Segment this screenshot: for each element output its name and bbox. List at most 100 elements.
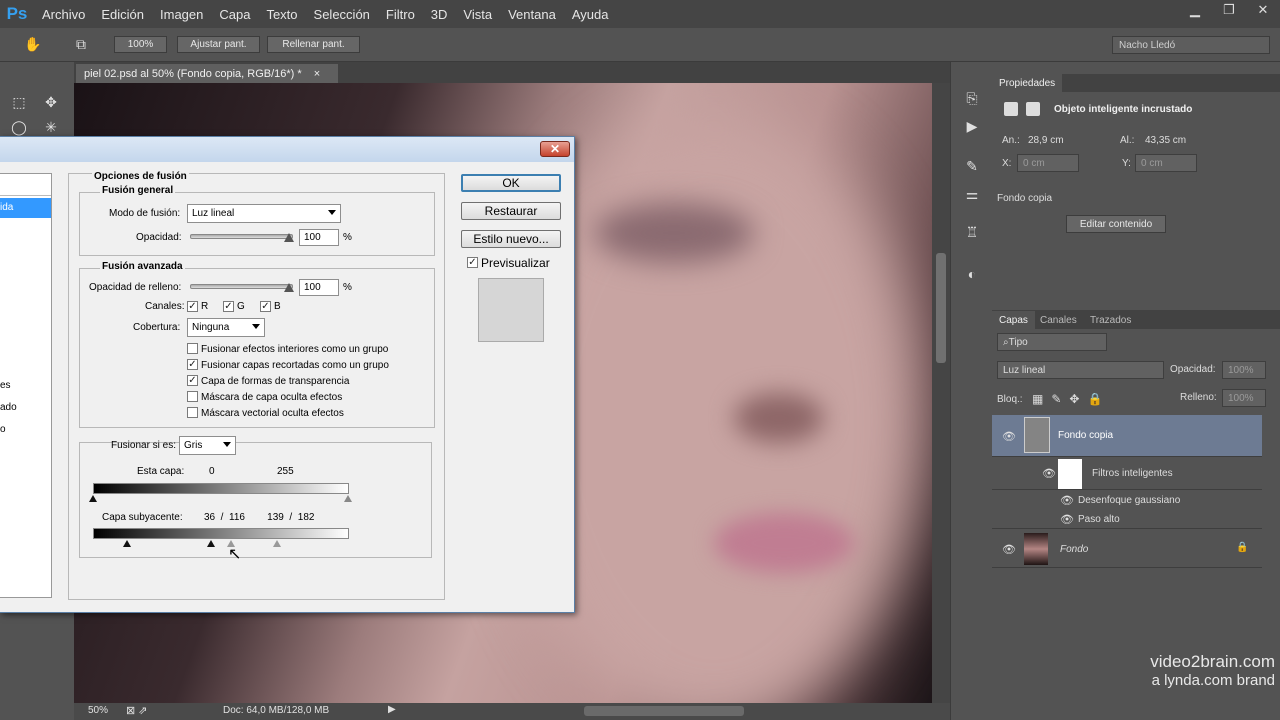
x-input[interactable]: 0 cm (1017, 154, 1079, 172)
this-layer-white-slider[interactable] (344, 495, 352, 502)
horizontal-scroll-thumb[interactable] (584, 706, 744, 716)
fill-input[interactable]: 100% (1222, 389, 1266, 407)
move-tool-icon[interactable]: ✥ (40, 92, 62, 112)
filter-row-gaussian[interactable]: 👁 Desenfoque gaussiano (992, 490, 1262, 510)
channel-g-checkbox[interactable]: ✓ (223, 301, 234, 312)
ok-button[interactable]: OK (461, 174, 561, 192)
dialog-close-button[interactable]: ✕ (540, 141, 570, 157)
underlying-layer-label: Capa subyacente: (102, 512, 183, 523)
adjust-icon[interactable]: ⚌ (961, 184, 983, 204)
option-checkbox-5[interactable] (187, 407, 198, 418)
blend-if-dropdown[interactable]: Gris (179, 436, 236, 455)
dialog-title-bar[interactable]: ✕ (0, 137, 574, 162)
marquee-tool-icon[interactable]: ⬚ (8, 92, 30, 112)
y-input[interactable]: 0 cm (1135, 154, 1197, 172)
close-window-button[interactable]: ✕ (1246, 0, 1280, 20)
layer-row-fondo[interactable]: 👁 Fondo 🔒 (992, 530, 1262, 568)
canvas-vertical-scrollbar[interactable] (932, 83, 950, 703)
scroll-thumb[interactable] (936, 253, 946, 363)
styles-list-item[interactable]: o (0, 424, 6, 435)
menu-archivo[interactable]: Archivo (34, 7, 93, 22)
option-checkbox-4[interactable] (187, 391, 198, 402)
rotate-view-icon[interactable]: ⧉ (70, 34, 92, 54)
visibility-eye-icon[interactable]: 👁 (1002, 430, 1016, 443)
layer-row-fondo-copia[interactable]: 👁 Fondo copia (992, 415, 1262, 457)
opacity-input[interactable]: 100% (1222, 361, 1266, 379)
reset-button[interactable]: Restaurar (461, 202, 561, 220)
option-checkbox-2[interactable]: ✓ (187, 359, 198, 370)
tab-trazados[interactable]: Trazados (1083, 311, 1138, 329)
hand-tool-icon[interactable]: ✋ (22, 34, 44, 54)
channel-r-checkbox[interactable]: ✓ (187, 301, 198, 312)
layer-filter-select[interactable]: ⌕ Tipo (997, 333, 1107, 351)
magic-wand-icon[interactable]: ✳ (40, 117, 62, 137)
clone-icon[interactable]: ♖ (961, 222, 983, 242)
fill-opacity-input[interactable]: 100 (299, 279, 339, 296)
underlying-black-slider-left[interactable] (123, 540, 131, 547)
menu-texto[interactable]: Texto (258, 7, 305, 22)
document-tab[interactable]: piel 02.psd al 50% (Fondo copia, RGB/16*… (76, 64, 338, 83)
this-layer-black-slider[interactable] (89, 495, 97, 502)
menu-vista[interactable]: Vista (455, 7, 500, 22)
visibility-eye-icon[interactable]: 👁 (1042, 467, 1056, 480)
lock-icons[interactable]: ▦✎✥🔒 (1032, 392, 1110, 406)
status-zoom[interactable]: 50% (88, 705, 108, 716)
visibility-eye-icon[interactable]: 👁 (1060, 513, 1074, 526)
channel-b-checkbox[interactable]: ✓ (260, 301, 271, 312)
watermark: video2brain.com a lynda.com brand (1105, 652, 1275, 689)
knockout-dropdown[interactable]: Ninguna (187, 318, 265, 337)
fit-screen-button[interactable]: Ajustar pant. (177, 36, 260, 53)
workspace-select[interactable]: Nacho Lledó (1112, 36, 1270, 54)
visibility-eye-icon[interactable]: 👁 (1002, 543, 1016, 556)
visibility-eye-icon[interactable]: 👁 (1060, 494, 1074, 507)
actions-play-icon[interactable]: ▶ (961, 116, 983, 136)
underlying-white-slider-right[interactable] (273, 540, 281, 547)
menu-imagen[interactable]: Imagen (152, 7, 211, 22)
navigator-icon[interactable]: ◐ (961, 264, 983, 284)
minimize-button[interactable]: ▁ (1178, 0, 1212, 20)
new-style-button[interactable]: Estilo nuevo... (461, 230, 561, 248)
preview-checkbox[interactable]: ✓ (467, 257, 478, 268)
styles-list-item-selected[interactable]: ida (0, 198, 51, 218)
tab-canales[interactable]: Canales (1033, 311, 1084, 329)
height-label: Al.: (1120, 135, 1135, 146)
brush-icon[interactable]: ✎ (961, 156, 983, 176)
menu-ayuda[interactable]: Ayuda (564, 7, 617, 22)
option-checkbox-3[interactable]: ✓ (187, 375, 198, 386)
option-checkbox-1[interactable] (187, 343, 198, 354)
underlying-black-slider-right[interactable] (207, 540, 215, 547)
status-arrow-icon[interactable]: ▶ (388, 704, 396, 715)
menu-seleccion[interactable]: Selección (306, 7, 378, 22)
tab-capas[interactable]: Capas (992, 311, 1035, 329)
menu-ventana[interactable]: Ventana (500, 7, 564, 22)
blend-mode-dropdown[interactable]: Luz lineal (187, 204, 341, 223)
tab-propiedades[interactable]: Propiedades (992, 74, 1063, 92)
opacity-input[interactable]: 100 (299, 229, 339, 246)
menu-capa[interactable]: Capa (211, 7, 258, 22)
layer-row-smart-filters[interactable]: 👁 Filtros inteligentes (992, 457, 1262, 490)
filter-row-high-pass[interactable]: 👁 Paso alto (992, 510, 1262, 529)
layer-blend-mode-select[interactable]: Luz lineal (997, 361, 1164, 379)
fill-screen-button[interactable]: Rellenar pant. (267, 36, 360, 53)
menu-filtro[interactable]: Filtro (378, 7, 423, 22)
lasso-tool-icon[interactable]: ◯ (8, 117, 30, 137)
fill-opacity-slider-thumb[interactable] (284, 283, 294, 292)
close-tab-icon[interactable]: × (314, 68, 320, 80)
edit-contents-button[interactable]: Editar contenido (1066, 215, 1166, 233)
opacity-slider-thumb[interactable] (284, 233, 294, 242)
styles-list-item[interactable]: ado (0, 402, 17, 413)
fill-opacity-slider[interactable] (190, 284, 293, 289)
fill-label: Relleno: (1180, 392, 1217, 403)
menu-3d[interactable]: 3D (423, 7, 456, 22)
history-icon[interactable]: ⎘ (961, 88, 983, 108)
opacity-slider[interactable] (190, 234, 293, 239)
menu-edicion[interactable]: Edición (93, 7, 152, 22)
zoom-100-button[interactable]: 100% (114, 36, 167, 53)
chevron-down-icon (252, 324, 260, 329)
channel-g-label: G (237, 301, 245, 312)
properties-layer-name: Fondo copia (997, 193, 1053, 204)
chevron-down-icon (328, 210, 336, 215)
watermark-line1: video2brain.com (1150, 652, 1275, 671)
restore-button[interactable]: ❐ (1212, 0, 1246, 20)
styles-list-item[interactable]: es (0, 380, 11, 391)
